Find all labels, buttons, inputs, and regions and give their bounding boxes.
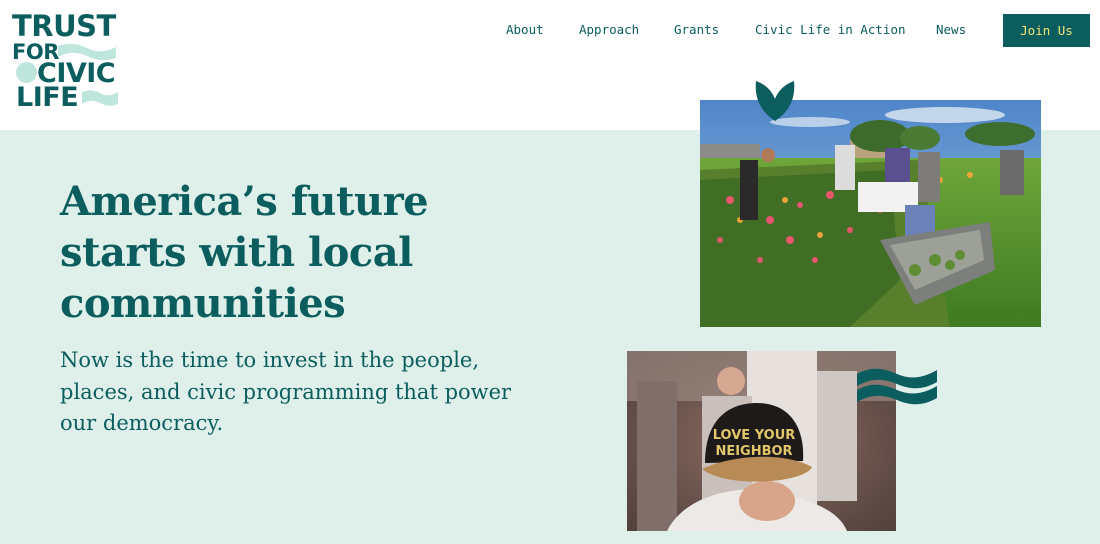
nav-approach[interactable]: Approach [579,22,639,37]
leaf-icon [755,81,795,121]
site-logo[interactable]: TRUST FOR CIVIC LIFE [12,12,122,112]
wave-icon [857,368,937,405]
hat-text-line-2: NEIGHBOR [715,444,792,459]
nav-civic-life-in-action[interactable]: Civic Life in Action [755,22,906,37]
hat-text-line-1: LOVE YOUR [713,428,796,443]
nav-about[interactable]: About [506,22,544,37]
logo-word-life: LIFE [16,82,79,113]
nav-news[interactable]: News [936,22,966,37]
logo-dot-icon [16,62,37,83]
garden-photo [700,100,1041,327]
hero-subtext: Now is the time to invest in the people,… [60,348,512,435]
neighbor-hat-photo: LOVE YOUR NEIGHBOR [627,351,896,531]
join-us-button[interactable]: Join Us [1003,14,1090,47]
hero-headline: America’s future starts with local commu… [60,178,429,327]
logo-wave-icon-2 [82,90,118,106]
logo-word-trust: TRUST [12,9,116,43]
nav-grants[interactable]: Grants [674,22,719,37]
